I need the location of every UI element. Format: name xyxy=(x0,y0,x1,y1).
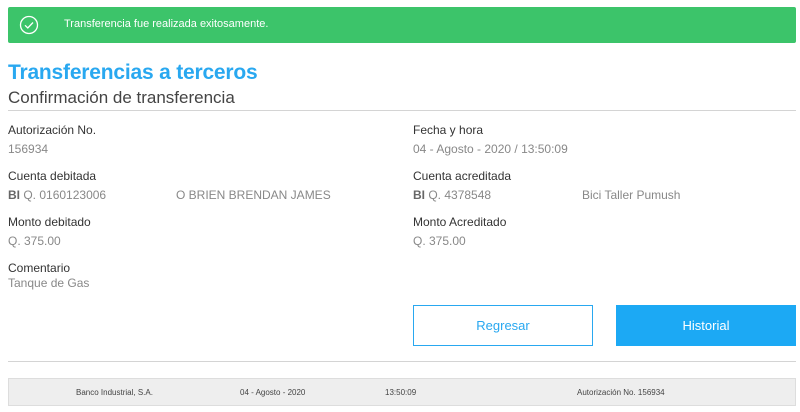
datetime-value: 04 - Agosto - 2020 / 13:50:09 xyxy=(413,142,568,156)
datetime-label: Fecha y hora xyxy=(413,123,484,137)
divider xyxy=(8,361,796,362)
footer-bank-name: Banco Industrial, S.A. xyxy=(76,388,153,397)
footer-time: 13:50:09 xyxy=(385,388,417,397)
debited-amount-value: Q. 375.00 xyxy=(8,234,61,248)
check-circle-icon xyxy=(19,15,39,35)
credited-account-holder: Bici Taller Pumush xyxy=(582,188,681,202)
page-subtitle: Confirmación de transferencia xyxy=(8,88,235,107)
credited-amount-value: Q. 375.00 xyxy=(413,234,466,248)
footer-authorization: Autorización No. 156934 xyxy=(577,388,665,397)
debited-account-holder: O BRIEN BRENDAN JAMES xyxy=(176,188,331,202)
divider xyxy=(8,110,796,111)
credited-amount-label: Monto Acreditado xyxy=(413,215,507,229)
debited-account-value: Q. 0160123006 xyxy=(23,188,107,202)
authorization-value: 156934 xyxy=(8,142,49,156)
back-button[interactable]: Regresar xyxy=(413,305,593,346)
comment-value: Tanque de Gas xyxy=(8,276,90,290)
receipt-footer: Banco Industrial, S.A. 04 - Agosto - 202… xyxy=(8,378,796,406)
debited-account-label: Cuenta debitada xyxy=(8,169,97,183)
alert-message: Transferencia fue realizada exitosamente… xyxy=(64,18,269,30)
credited-account-label: Cuenta acreditada xyxy=(413,169,512,183)
success-alert: Transferencia fue realizada exitosamente… xyxy=(8,7,796,43)
authorization-label: Autorización No. xyxy=(8,123,97,137)
debited-amount-label: Monto debitado xyxy=(8,215,91,229)
comment-label: Comentario xyxy=(8,261,71,275)
history-button[interactable]: Historial xyxy=(616,305,796,346)
credited-account-number: BI Q. 4378548 xyxy=(413,188,491,202)
debited-bank-code: BI xyxy=(8,188,20,202)
credited-bank-code: BI xyxy=(413,188,425,202)
debited-account-number: BI Q. 0160123006 xyxy=(8,188,106,202)
footer-date: 04 - Agosto - 2020 xyxy=(240,388,306,397)
credited-account-value: Q. 4378548 xyxy=(428,188,492,202)
page-title: Transferencias a terceros xyxy=(8,61,258,84)
